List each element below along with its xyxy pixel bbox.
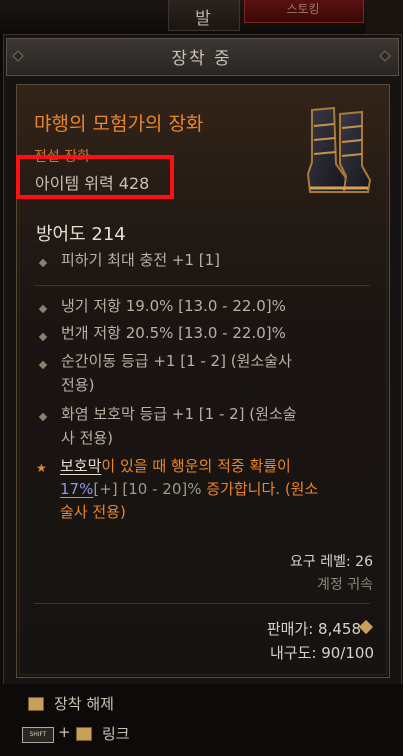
sell-price: 판매가: 8,458 xyxy=(266,620,361,638)
implicit-affix: 피하기 최대 충전 +1 [1] xyxy=(61,251,221,269)
plus-sign: + xyxy=(58,723,71,741)
keyword-link[interactable]: 보호막 xyxy=(60,457,101,475)
affix-line-continued: 전용) xyxy=(61,376,95,394)
legendary-star-icon: ★ xyxy=(36,461,47,475)
affix-line-continued: 사 전용) xyxy=(61,429,114,447)
top-edge xyxy=(366,0,403,34)
legendary-aspect: 보호막이 있을 때 행운의 적중 확률이 17%[+] [10 - 20]% 증… xyxy=(60,455,380,524)
item-power: 아이템 위력 428 xyxy=(35,174,150,193)
shift-key-icon: SHIFT xyxy=(22,727,54,743)
durability: 내구도: 90/100 xyxy=(270,644,374,662)
item-key-icon xyxy=(76,727,92,741)
item-key-icon xyxy=(28,697,44,711)
legendary-text: 술사 전용) xyxy=(60,503,126,521)
required-level: 요구 레벨: 26 xyxy=(290,554,373,570)
affix-line: 번개 저항 20.5% [13.0 - 22.0]% xyxy=(61,324,286,342)
equipped-label: 장착 중 xyxy=(171,49,232,69)
divider xyxy=(34,285,370,286)
divider xyxy=(34,603,370,604)
link-action[interactable]: 링크 xyxy=(102,723,130,744)
unequip-action[interactable]: 장착 해제 xyxy=(54,693,114,714)
legendary-value: 17% xyxy=(60,480,94,498)
boots-icon xyxy=(306,106,372,193)
legendary-range: [10 - 20]% xyxy=(122,480,202,498)
legendary-text: 증가합니다. (원소 xyxy=(206,480,319,498)
item-name: 먀행의 모험가의 장화 xyxy=(34,113,204,135)
right-tab-label: 스토킹 xyxy=(286,2,320,16)
account-bound: 계정 귀속 xyxy=(317,577,373,593)
affix-line: 냉기 저항 19.0% [13.0 - 22.0]% xyxy=(61,297,286,315)
legendary-text: 이 있을 때 행운의 적중 확률이 xyxy=(101,457,291,475)
affix-line: 화염 보호막 등급 +1 [1 - 2] (원소술 xyxy=(61,405,297,423)
legendary-plus: [+] xyxy=(93,480,118,498)
affix-line: 순간이동 등급 +1 [1 - 2] (원소술사 xyxy=(61,352,292,370)
slot-title: 발 xyxy=(195,9,211,29)
armor-value: 방어도 214 xyxy=(36,224,126,245)
